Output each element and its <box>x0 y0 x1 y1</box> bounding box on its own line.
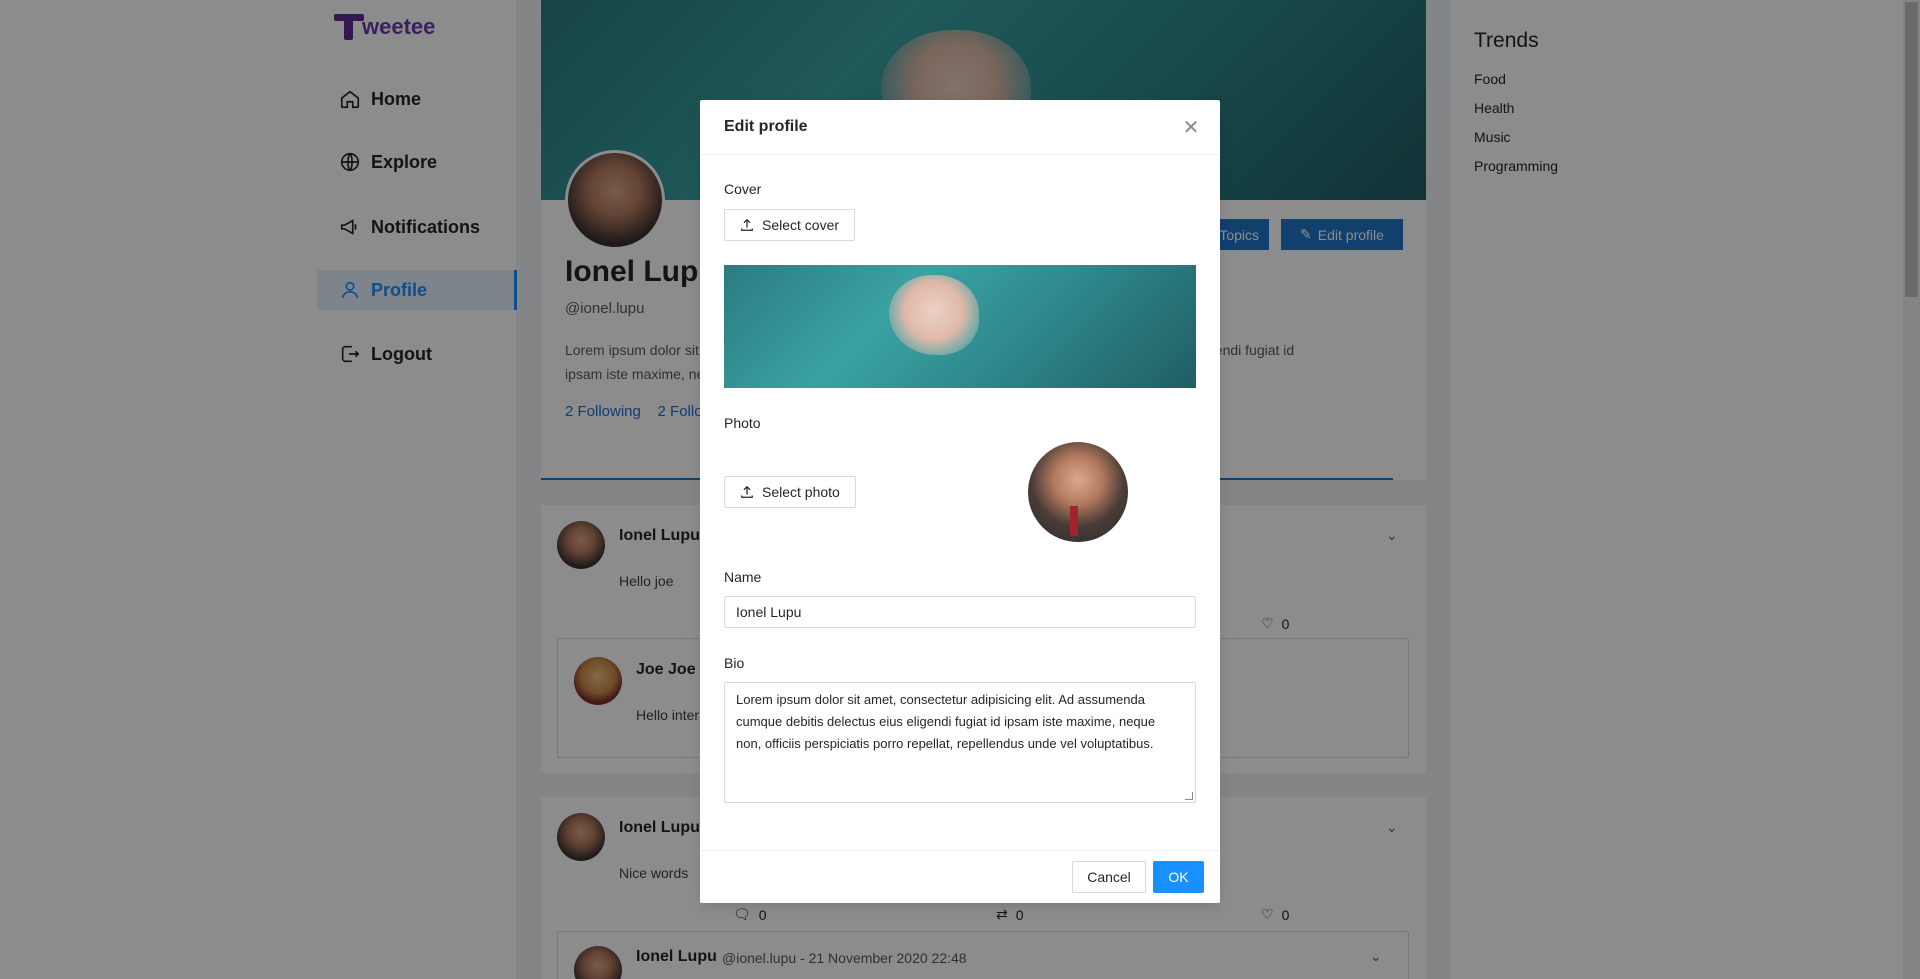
edit-profile-dialog: Edit profile ✕ Cover Select cover Photo … <box>700 100 1220 903</box>
cover-preview <box>724 265 1196 388</box>
name-field[interactable]: Ionel Lupu <box>724 596 1196 628</box>
photo-preview <box>1028 442 1128 542</box>
bio-textarea[interactable]: Lorem ipsum dolor sit amet, consectetur … <box>724 682 1196 803</box>
dialog-footer: Cancel OK <box>700 850 1220 903</box>
select-photo-button[interactable]: Select photo <box>724 476 856 508</box>
name-label: Name <box>724 569 762 585</box>
photo-label: Photo <box>724 415 761 431</box>
cancel-button[interactable]: Cancel <box>1072 861 1146 893</box>
upload-icon <box>741 218 753 231</box>
resize-handle[interactable] <box>1185 792 1193 800</box>
ok-button[interactable]: OK <box>1153 861 1204 893</box>
close-icon[interactable]: ✕ <box>1180 116 1202 139</box>
bio-label: Bio <box>724 655 745 671</box>
upload-icon <box>741 485 753 498</box>
cover-label: Cover <box>724 181 762 197</box>
dialog-header: Edit profile <box>700 100 1220 155</box>
select-cover-button[interactable]: Select cover <box>724 209 856 241</box>
dialog-title: Edit profile <box>724 118 808 135</box>
cover-island-graphic <box>889 275 979 355</box>
